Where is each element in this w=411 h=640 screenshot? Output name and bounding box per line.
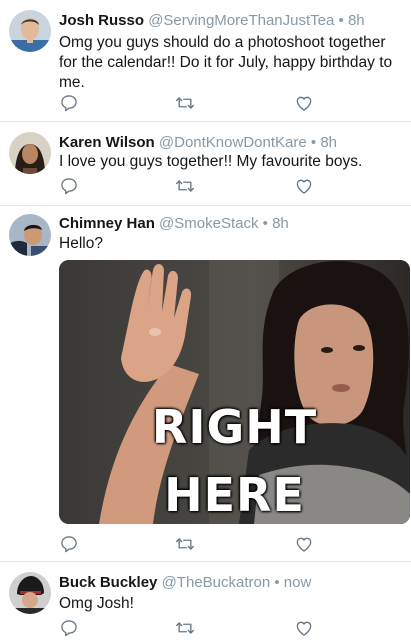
tweet-header: Buck Buckley @TheBuckatron • now	[59, 574, 311, 592]
tweet-header: Josh Russo @ServingMoreThanJustTea • 8h	[59, 12, 365, 30]
separator-dot: •	[274, 574, 280, 591]
like-icon[interactable]	[294, 93, 314, 113]
author-handle[interactable]: @ServingMoreThanJustTea	[148, 12, 334, 29]
tweet-time[interactable]: 8h	[272, 215, 289, 232]
avatar[interactable]	[9, 132, 51, 174]
retweet-icon[interactable]	[175, 176, 195, 196]
author-handle[interactable]: @SmokeStack	[159, 215, 258, 232]
like-icon[interactable]	[294, 534, 314, 554]
tweet[interactable]: Karen Wilson @DontKnowDontKare • 8h I lo…	[0, 122, 411, 206]
tweet-text: Omg you guys should do a photoshoot toge…	[59, 34, 393, 91]
gif-caption-line-2: HERE	[164, 468, 305, 522]
tweet-text: I love you guys together!! My favourite …	[59, 153, 363, 170]
tweet-time[interactable]: 8h	[320, 134, 337, 151]
reply-icon[interactable]	[59, 618, 79, 638]
like-icon[interactable]	[294, 618, 314, 638]
retweet-icon[interactable]	[175, 534, 195, 554]
reply-icon[interactable]	[59, 534, 79, 554]
retweet-icon[interactable]	[175, 93, 195, 113]
author-name[interactable]: Buck Buckley	[59, 574, 157, 591]
gif-media[interactable]: RIGHT HERE	[59, 260, 410, 524]
author-handle[interactable]: @DontKnowDontKare	[159, 134, 307, 151]
retweet-icon[interactable]	[175, 618, 195, 638]
tweet[interactable]: Josh Russo @ServingMoreThanJustTea • 8h …	[0, 0, 411, 122]
reply-icon[interactable]	[59, 176, 79, 196]
tweet-header: Karen Wilson @DontKnowDontKare • 8h	[59, 134, 337, 152]
author-name[interactable]: Chimney Han	[59, 215, 155, 232]
avatar[interactable]	[9, 10, 51, 52]
tweet-time[interactable]: 8h	[348, 12, 365, 29]
like-icon[interactable]	[294, 176, 314, 196]
author-name[interactable]: Josh Russo	[59, 12, 144, 29]
reply-icon[interactable]	[59, 93, 79, 113]
tweet[interactable]: Chimney Han @SmokeStack • 8h Hello? RIGH…	[0, 206, 411, 562]
tweet-actions	[59, 534, 329, 554]
tweet-actions	[59, 176, 329, 196]
separator-dot: •	[262, 215, 268, 232]
tweet-text: Omg Josh!	[59, 595, 134, 612]
author-handle[interactable]: @TheBuckatron	[162, 574, 271, 591]
separator-dot: •	[310, 134, 317, 151]
separator-dot: •	[338, 12, 344, 29]
tweet[interactable]: Buck Buckley @TheBuckatron • now Omg Jos…	[0, 562, 411, 640]
tweet-header: Chimney Han @SmokeStack • 8h	[59, 215, 289, 233]
gif-caption-line-1: RIGHT	[151, 400, 318, 454]
author-name[interactable]: Karen Wilson	[59, 134, 155, 151]
avatar[interactable]	[9, 214, 51, 256]
tweet-actions	[59, 93, 329, 113]
avatar[interactable]	[9, 572, 51, 614]
tweet-text: Hello?	[59, 235, 103, 252]
tweet-actions	[59, 618, 329, 638]
tweet-time[interactable]: now	[284, 574, 312, 591]
